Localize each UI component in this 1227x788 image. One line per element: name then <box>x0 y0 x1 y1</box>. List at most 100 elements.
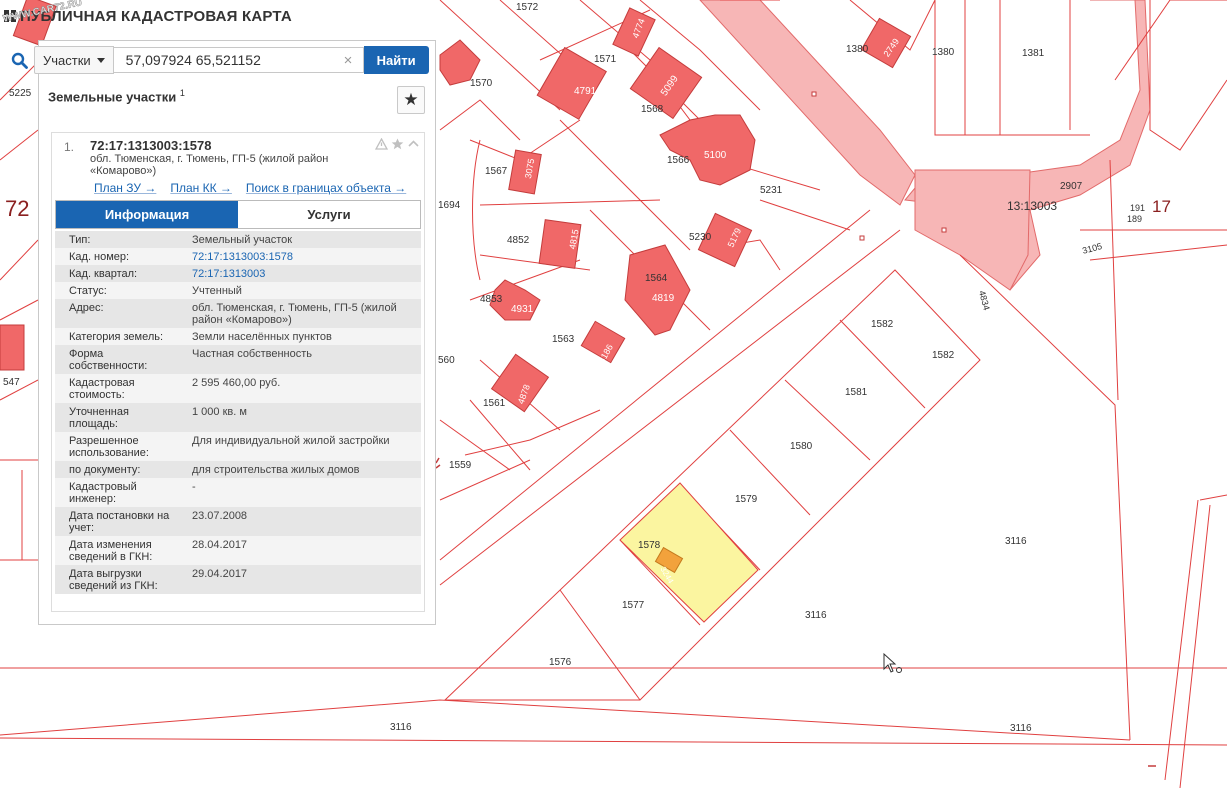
map-label: 1580 <box>790 441 813 452</box>
map-label: 1559 <box>449 460 472 471</box>
chevron-up-icon[interactable] <box>407 138 420 150</box>
map-label: 1582 <box>932 350 955 361</box>
map-label: 1566 <box>667 155 690 166</box>
search-type-label: Участки <box>43 52 91 68</box>
search-type-dropdown[interactable]: Участки <box>34 46 114 74</box>
map-label: 4815 <box>567 229 580 250</box>
info-row: Разрешенное использование: Для индивидуал… <box>55 432 421 461</box>
map-label: 4819 <box>652 293 675 304</box>
map-label: 1577 <box>622 600 645 611</box>
panel-heading: Земельные участки 1 <box>48 88 185 104</box>
app-title: ПУБЛИЧНАЯ КАДАСТРОВАЯ КАРТА <box>4 6 292 26</box>
info-key: Кадастровая стоимость: <box>69 377 135 401</box>
info-key: по документу: <box>69 464 141 476</box>
map-label-quarter-17: 17 <box>1152 197 1171 216</box>
info-key: Разрешенное использование: <box>69 435 149 459</box>
map-label: 4791 <box>574 86 597 97</box>
info-row: Кадастровый инженер: - <box>55 478 421 507</box>
plan-kk-link[interactable]: План КК → <box>170 181 232 195</box>
map-label: 4852 <box>507 235 530 246</box>
map-label: 1568 <box>641 104 664 115</box>
info-row: Категория земель: Земли населённых пункто… <box>55 328 421 345</box>
info-row: Дата постановки на учет: 23.07.2008 <box>55 507 421 536</box>
info-key: Кад. квартал: <box>69 268 138 280</box>
map-label: 1579 <box>735 494 758 505</box>
info-key: Кад. номер: <box>69 251 130 263</box>
map-label: 3116 <box>390 722 412 733</box>
info-key: Статус: <box>69 285 107 297</box>
search-in-bounds-link[interactable]: Поиск в границах объекта → <box>246 181 406 195</box>
results-count: 1 <box>179 88 185 98</box>
info-value-link[interactable]: 72:17:1313003:1578 <box>192 251 293 263</box>
result-cadastral-number[interactable]: 72:17:1313003:1578 <box>90 138 211 153</box>
map-label: 1564 <box>645 273 668 284</box>
result-index: 1. <box>64 140 75 154</box>
map-label: 560 <box>438 355 455 366</box>
map-label: 1694 <box>438 200 461 211</box>
info-key: Уточненная площадь: <box>69 406 129 430</box>
info-value: 23.07.2008 <box>192 510 248 522</box>
map-label: 4834 <box>977 289 992 311</box>
tab-services[interactable]: Услуги <box>238 201 420 228</box>
info-value: Для индивидуальной жилой застройки <box>192 435 390 447</box>
map-label: 1567 <box>485 166 508 177</box>
map-label: 3116 <box>805 610 827 621</box>
info-value-link[interactable]: 72:17:1313003 <box>192 268 265 280</box>
info-key: Дата изменения сведений в ГКН: <box>69 539 153 563</box>
map-label: 547 <box>3 377 20 388</box>
map-label: 1571 <box>594 54 617 65</box>
info-key: Адрес: <box>69 302 104 314</box>
map-label: 1563 <box>552 334 575 345</box>
info-value: Земли населённых пунктов <box>192 331 332 343</box>
search-bar: Участки × Найти <box>4 46 436 74</box>
search-input[interactable] <box>113 47 364 73</box>
info-key: Категория земель: <box>69 331 164 343</box>
result-links: План ЗУ → План КК → Поиск в границах объ… <box>94 181 406 195</box>
info-key: Дата постановки на учет: <box>69 510 170 534</box>
info-row: Уточненная площадь: 1 000 кв. м <box>55 403 421 432</box>
info-value: Частная собственность <box>192 348 313 360</box>
info-value: 28.04.2017 <box>192 539 248 551</box>
info-value: для строительства жилых домов <box>192 464 360 476</box>
info-row: Форма собственности: Частная собственност… <box>55 345 421 374</box>
plan-zu-link[interactable]: План ЗУ → <box>94 181 156 195</box>
result-actions <box>375 138 420 150</box>
info-row: Кадастровая стоимость: 2 595 460,00 руб. <box>55 374 421 403</box>
map-label: 191 <box>1130 203 1145 213</box>
star-icon: ★ <box>403 90 419 109</box>
info-value: 72:17:1313003:1578 <box>178 248 421 265</box>
map-label: 189 <box>1127 214 1142 224</box>
map-label: 1576 <box>549 657 572 668</box>
map-label: 1380 <box>846 44 869 55</box>
app-grid-icon <box>4 10 16 22</box>
info-row: Дата изменения сведений в ГКН: 28.04.2017 <box>55 536 421 565</box>
chevron-down-icon <box>96 57 105 63</box>
info-table: Тип: Земельный участок Кад. номер: 72:17:13… <box>55 231 421 594</box>
info-value: - <box>192 481 196 493</box>
info-row: Статус: Учтенный <box>55 282 421 299</box>
map-label: 1572 <box>516 2 539 13</box>
favorites-button[interactable]: ★ <box>397 86 425 114</box>
info-key: Кадастровый инженер: <box>69 481 137 505</box>
map-label: 5225 <box>9 88 32 99</box>
info-value: 2 595 460,00 руб. <box>192 377 281 389</box>
tab-info[interactable]: Информация <box>56 201 238 228</box>
map-label: 5100 <box>704 150 727 161</box>
map-label: 3116 <box>1010 723 1032 734</box>
search-icon[interactable] <box>4 46 34 74</box>
find-button[interactable]: Найти <box>363 46 429 74</box>
info-row: Кад. квартал: 72:17:1313003 <box>55 265 421 282</box>
map-label-quarter-72: 72 <box>5 196 29 221</box>
info-row: по документу: для строительства жилых дом… <box>55 461 421 478</box>
app-title-text: ПУБЛИЧНАЯ КАДАСТРОВАЯ КАРТА <box>20 7 292 25</box>
map-label: 1381 <box>1022 48 1045 59</box>
map-label: 3116 <box>1005 536 1027 547</box>
info-value: Учтенный <box>192 285 242 297</box>
info-value: 29.04.2017 <box>192 568 248 580</box>
map-label: 5230 <box>689 232 712 243</box>
star-icon[interactable] <box>391 138 404 150</box>
map-label: 1380 <box>932 47 955 58</box>
result-address: обл. Тюменская, г. Тюмень, ГП-5 (жилой р… <box>90 153 329 177</box>
info-row: Кад. номер: 72:17:1313003:1578 <box>55 248 421 265</box>
warning-icon[interactable] <box>375 138 388 150</box>
